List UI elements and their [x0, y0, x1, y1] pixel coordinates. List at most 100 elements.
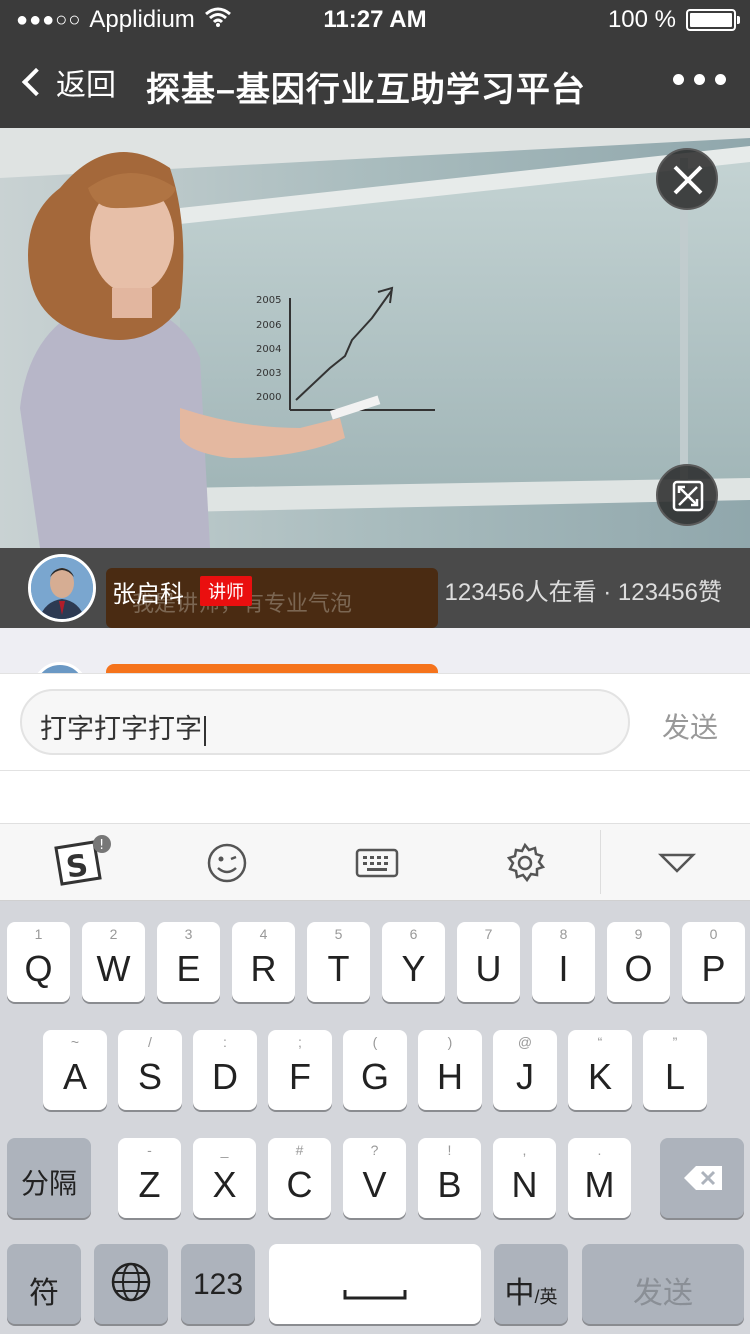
backspace-key[interactable] [660, 1138, 744, 1218]
key-hint: 1 [34, 926, 43, 942]
key-i[interactable]: 8I [532, 922, 595, 1002]
key-hint: ) [447, 1034, 453, 1050]
comment-input[interactable]: 打字打字打字 [20, 689, 630, 755]
back-button[interactable]: 返回 [18, 60, 116, 104]
send-button[interactable]: 发送 [662, 706, 718, 746]
keyboard-send-label: 发送 [633, 1277, 693, 1310]
key-t[interactable]: 5T [307, 922, 370, 1002]
key-b[interactable]: ! B [418, 1138, 481, 1218]
key-y[interactable]: 6Y [382, 922, 445, 1002]
key-m[interactable]: .M [568, 1138, 631, 1218]
svg-text:2003: 2003 [256, 368, 281, 379]
key-hint: 2 [109, 926, 118, 942]
key-u[interactable]: 7U [457, 922, 520, 1002]
key-f[interactable]: ; F [268, 1030, 332, 1110]
key-label: Z [138, 1164, 161, 1205]
key-label: F [289, 1056, 311, 1097]
key-label: U [475, 948, 502, 989]
key-hint: 7 [484, 926, 493, 942]
lecturer-avatar[interactable] [28, 554, 96, 622]
key-label: L [664, 1056, 686, 1097]
symbols-key[interactable]: 符 [7, 1244, 81, 1324]
key-d[interactable]: :D [193, 1030, 257, 1110]
key-hint: / [148, 1034, 152, 1050]
globe-key[interactable] [94, 1244, 168, 1324]
keyboard-send-key[interactable]: 发送 [582, 1244, 744, 1324]
key-e[interactable]: 3E [157, 922, 220, 1002]
keyboard-icon[interactable] [350, 834, 404, 892]
input-spacer [0, 771, 750, 823]
live-video-player[interactable]: 2005 2006 2004 2003 2000 [0, 128, 750, 548]
key-x[interactable]: _ X [193, 1138, 256, 1218]
key-label: C [286, 1164, 313, 1205]
key-hint: ” [672, 1034, 678, 1050]
numbers-key-label: 123 [192, 1268, 244, 1301]
key-h[interactable]: ) H [418, 1030, 482, 1110]
lecturer-badge: 讲师 [200, 576, 252, 606]
key-k[interactable]: “K [568, 1030, 632, 1110]
key-hint: ( [372, 1034, 378, 1050]
lang-main-label: 中 [504, 1277, 535, 1310]
close-icon [673, 165, 703, 195]
key-hint: ; [298, 1034, 302, 1050]
key-p[interactable]: 0P [682, 922, 745, 1002]
toolbar-divider [600, 830, 601, 894]
navigation-bar: 返回 探基–基因行业互助学习平台 [0, 40, 750, 128]
key-label: Q [24, 948, 53, 989]
keyboard-toolbar: S ! [0, 823, 750, 901]
settings-icon[interactable] [498, 834, 552, 892]
key-hint: - [147, 1142, 152, 1158]
close-video-button[interactable] [656, 148, 718, 210]
video-frame-image: 2005 2006 2004 2003 2000 [0, 128, 750, 548]
language-switch-key[interactable]: 中/英 [494, 1244, 568, 1324]
collapse-keyboard-icon[interactable] [650, 834, 704, 892]
key-label: D [212, 1056, 238, 1097]
key-label: W [96, 948, 131, 989]
chevron-left-icon [21, 67, 51, 97]
fullscreen-icon [672, 480, 704, 512]
key-z[interactable]: -Z [118, 1138, 181, 1218]
key-n[interactable]: ,N [493, 1138, 556, 1218]
key-a[interactable]: ~ A [43, 1030, 107, 1110]
key-s[interactable]: / S [118, 1030, 182, 1110]
key-hint: 8 [559, 926, 568, 942]
emoji-icon[interactable] [198, 834, 256, 892]
globe-icon [111, 1262, 151, 1302]
space-key[interactable] [269, 1244, 481, 1324]
key-hint: 0 [709, 926, 718, 942]
page-title: 探基–基因行业互助学习平台 [146, 71, 586, 109]
key-label: J [516, 1056, 534, 1097]
battery-icon [686, 9, 740, 31]
keyboard: 1Q2W3E4R5T6Y7U8I9O0P ~ A / S: D; F(G) H @ J “K” L … [0, 901, 750, 1334]
svg-text:2006: 2006 [256, 320, 281, 331]
separator-key[interactable]: 分隔 [7, 1138, 91, 1218]
sogou-logo-icon[interactable]: S ! [44, 834, 114, 892]
numbers-key[interactable]: 123 [181, 1244, 255, 1324]
key-r[interactable]: 4R [232, 922, 295, 1002]
comment-input-bar: 打字打字打字 发送 [0, 673, 750, 771]
fullscreen-button[interactable] [656, 464, 718, 526]
more-options-button[interactable] [673, 74, 726, 85]
viewer-like-stats: 123456人在看 · 123456赞 [444, 579, 723, 606]
key-g[interactable]: (G [343, 1030, 407, 1110]
svg-text:2000: 2000 [256, 392, 281, 403]
key-hint: ~ [70, 1034, 80, 1050]
key-o[interactable]: 9O [607, 922, 670, 1002]
key-q[interactable]: 1Q [7, 922, 70, 1002]
key-hint: : [223, 1034, 227, 1050]
key-hint: . [597, 1142, 602, 1158]
key-label: S [137, 1056, 162, 1097]
key-l[interactable]: ” L [643, 1030, 707, 1110]
key-label: Y [401, 948, 426, 989]
key-v[interactable]: ? V [343, 1138, 406, 1218]
avatar-image [31, 557, 93, 619]
key-label: P [701, 948, 726, 989]
key-label: M [584, 1164, 615, 1205]
key-c[interactable]: # C [268, 1138, 331, 1218]
key-hint: 5 [334, 926, 343, 942]
live-info-bar: 我是讲师，有专业气泡 张启科 讲师 123456人在看 · 123456赞 [0, 548, 750, 628]
key-j[interactable]: @ J [493, 1030, 557, 1110]
svg-text:2004: 2004 [256, 344, 281, 355]
separator-key-label: 分隔 [20, 1168, 77, 1199]
key-w[interactable]: 2W [82, 922, 145, 1002]
